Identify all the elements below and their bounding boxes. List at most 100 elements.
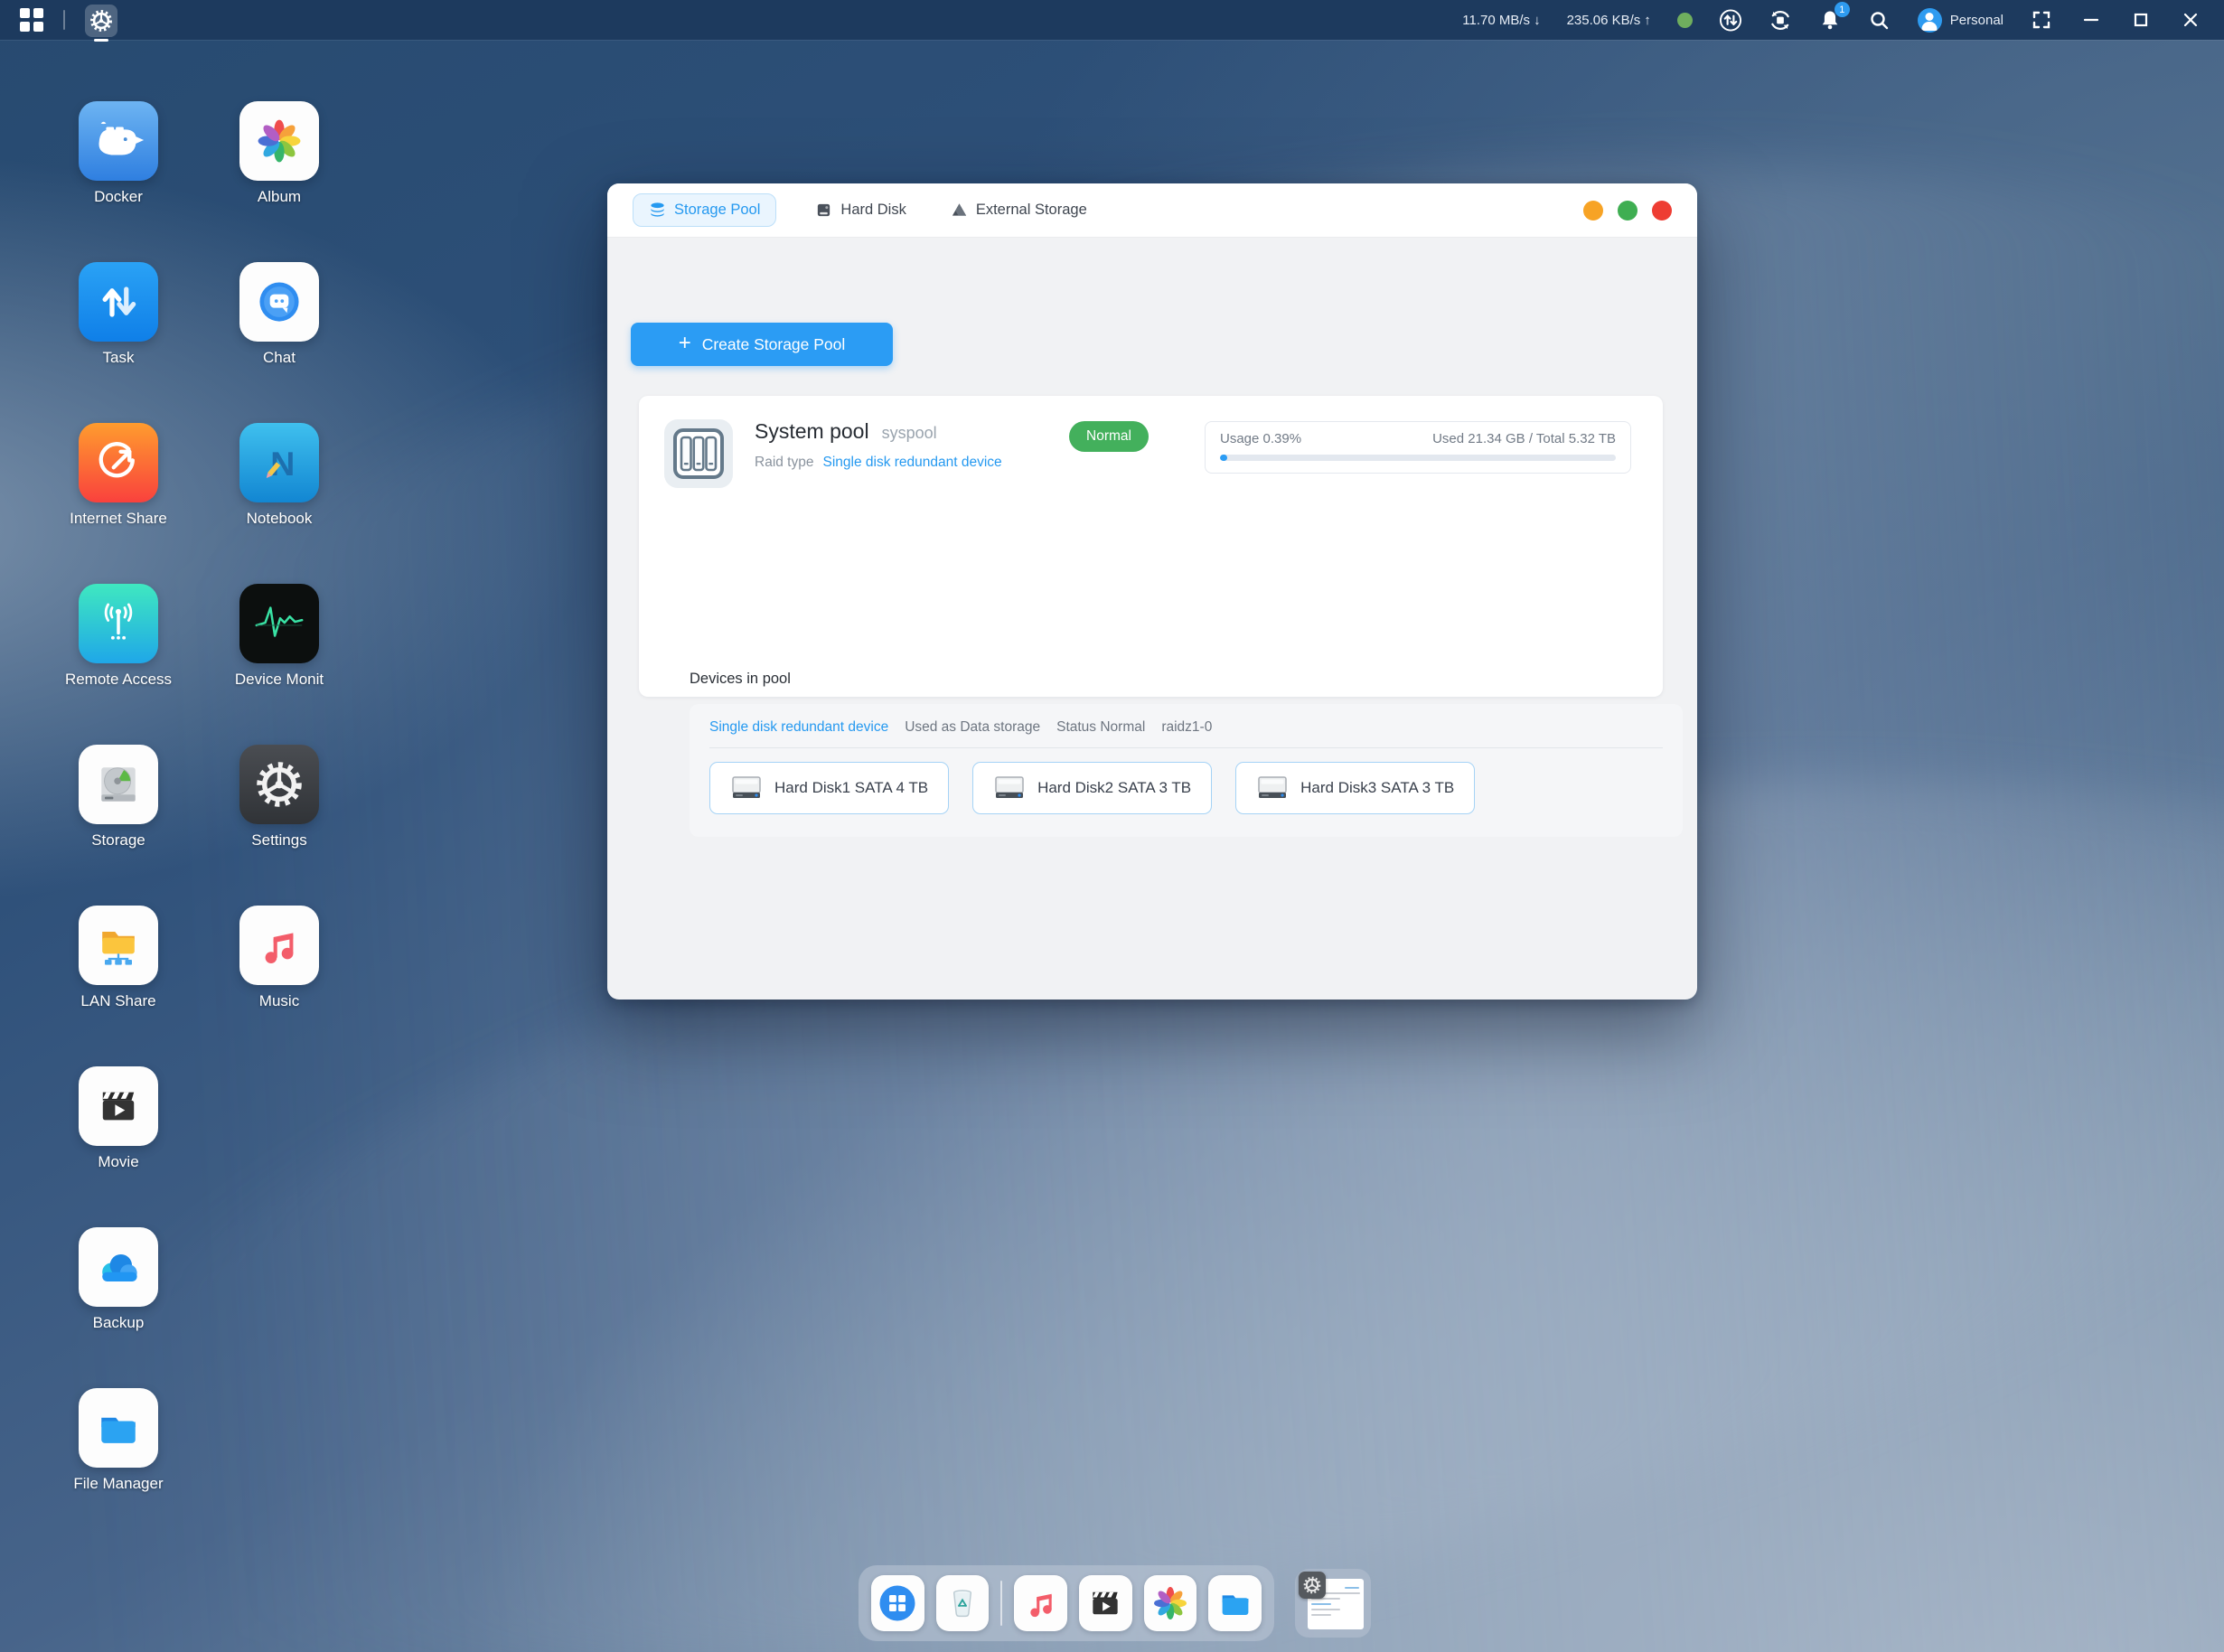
devices-section-title: Devices in pool: [690, 671, 791, 688]
usage-text: Usage 0.39%: [1220, 431, 1301, 446]
window-minimize-light[interactable]: [1583, 201, 1603, 221]
user-menu[interactable]: Personal: [1918, 8, 2003, 33]
backup-cloud-icon: [79, 1227, 158, 1307]
dock-divider: [1000, 1581, 1002, 1626]
settings-gear-icon: [239, 745, 319, 824]
desktop-icon-music[interactable]: Music: [199, 906, 360, 1066]
desktop-icon-label: Task: [103, 349, 135, 367]
tab-label: Hard Disk: [840, 202, 906, 219]
device-group-raid-link[interactable]: Single disk redundant device: [709, 719, 888, 736]
docker-whale-icon: [79, 101, 158, 181]
download-speed: 11.70 MB/s↓: [1462, 13, 1540, 28]
svg-text:N: N: [270, 445, 295, 483]
up-arrow-icon: ↑: [1644, 13, 1651, 28]
fullscreen-icon[interactable]: [2030, 8, 2053, 32]
desktop-icon-label: LAN Share: [80, 992, 155, 1010]
tab-external-storage[interactable]: External Storage: [945, 194, 1093, 226]
dock-movie[interactable]: [1079, 1575, 1132, 1631]
desktop-icon-file-manager[interactable]: File Manager: [38, 1388, 199, 1549]
desktop-icon-label: Storage: [91, 831, 145, 849]
tab-label: Storage Pool: [674, 202, 760, 219]
down-arrow-icon: ↓: [1534, 13, 1541, 28]
movie-clapper-icon: [79, 1066, 158, 1146]
recycle-bin-icon: [942, 1582, 983, 1624]
notebook-icon: N: [239, 423, 319, 502]
network-transfer-icon[interactable]: [1719, 8, 1742, 32]
capacity-text: Used 21.34 GB / Total 5.32 TB: [1432, 431, 1616, 446]
desktop-icon-movie[interactable]: Movie: [38, 1066, 199, 1227]
system-status-dot: [1677, 13, 1693, 28]
hard-disk-chip-3[interactable]: Hard Disk3 SATA 3 TB: [1235, 762, 1475, 814]
music-note-icon: [239, 906, 319, 985]
desktop-icon-label: Device Monit: [235, 671, 324, 689]
pool-status-badge: Normal: [1069, 421, 1149, 452]
chat-bubble-icon: [239, 262, 319, 342]
desktop-icon-remote-access[interactable]: Remote Access: [38, 584, 199, 745]
raid-type-link[interactable]: Single disk redundant device: [822, 455, 1001, 471]
hard-disk-chip-2[interactable]: Hard Disk2 SATA 3 TB: [972, 762, 1212, 814]
desktop-icon-storage[interactable]: Storage: [38, 745, 199, 906]
desktop-icon-label: Internet Share: [70, 510, 167, 528]
plus-icon: +: [679, 333, 691, 354]
desktop-icon-device-monitor[interactable]: Device Monit: [199, 584, 360, 745]
backup-sync-icon[interactable]: [1769, 8, 1792, 32]
lan-share-folder-icon: [79, 906, 158, 985]
desktop-screen: 11.70 MB/s↓ 235.06 KB/s↑: [0, 0, 2224, 1652]
remote-access-antenna-icon: [79, 584, 158, 663]
maximize-icon[interactable]: [2129, 8, 2153, 32]
running-indicator: [94, 39, 108, 42]
hard-disk-icon: [730, 774, 763, 802]
disk-chip-label: Hard Disk2 SATA 3 TB: [1037, 779, 1191, 797]
tab-storage-pool[interactable]: Storage Pool: [633, 193, 776, 227]
dock-app-launcher[interactable]: [871, 1575, 924, 1631]
window-maximize-light[interactable]: [1618, 201, 1638, 221]
hard-disk-chip-1[interactable]: Hard Disk1 SATA 4 TB: [709, 762, 949, 814]
desktop-icon-internet-share[interactable]: Internet Share: [38, 423, 199, 584]
desktop-icon-docker[interactable]: Docker: [38, 101, 199, 262]
dock-recycle-bin[interactable]: [936, 1575, 990, 1631]
pool-alias: syspool: [882, 424, 937, 443]
internet-share-icon: [79, 423, 158, 502]
pool-name: System pool: [755, 419, 869, 444]
tab-hard-disk[interactable]: Hard Disk: [810, 194, 911, 226]
window-close-light[interactable]: [1652, 201, 1672, 221]
desktop-icon-lan-share[interactable]: LAN Share: [38, 906, 199, 1066]
storage-pool-db-icon: [649, 202, 666, 219]
notification-badge: 1: [1835, 2, 1850, 17]
desktop-icon-task[interactable]: Task: [38, 262, 199, 423]
disk-chip-label: Hard Disk1 SATA 4 TB: [774, 779, 928, 797]
desktop-icon-label: Backup: [93, 1314, 145, 1332]
desktop-icon-notebook[interactable]: N Notebook: [199, 423, 360, 584]
disk-chip-label: Hard Disk3 SATA 3 TB: [1300, 779, 1454, 797]
dock-music[interactable]: [1014, 1575, 1067, 1631]
desktop-icon-album[interactable]: Album: [199, 101, 360, 262]
file-manager-icon: [1215, 1582, 1256, 1624]
app-launcher-icon: [876, 1582, 919, 1625]
dock: [859, 1565, 1274, 1641]
create-storage-pool-button[interactable]: + Create Storage Pool: [631, 323, 893, 366]
album-icon: [1150, 1582, 1191, 1624]
start-menu-icon[interactable]: [20, 8, 43, 32]
raid-type-label: Raid type: [755, 455, 813, 471]
user-label: Personal: [1950, 13, 2003, 28]
notifications-bell-icon[interactable]: 1: [1818, 8, 1842, 32]
running-app-storage-icon[interactable]: [85, 5, 117, 37]
search-icon[interactable]: [1868, 8, 1891, 32]
album-pinwheel-icon: [239, 101, 319, 181]
desktop-icon-settings[interactable]: Settings: [199, 745, 360, 906]
hard-disk-icon: [815, 202, 832, 219]
desktop-icon-label: Album: [258, 188, 301, 206]
dock-window-preview-storage[interactable]: [1295, 1569, 1371, 1638]
desktop-icon-backup[interactable]: Backup: [38, 1227, 199, 1388]
dock-file-manager[interactable]: [1208, 1575, 1262, 1631]
desktop-icon-grid: Docker Album: [38, 101, 360, 1549]
dock-album[interactable]: [1144, 1575, 1197, 1631]
close-icon[interactable]: [2179, 8, 2202, 32]
upload-speed: 235.06 KB/s↑: [1567, 13, 1651, 28]
desktop-icon-label: Settings: [251, 831, 306, 849]
minimize-icon[interactable]: [2079, 8, 2103, 32]
nas-pool-icon: [664, 419, 733, 488]
device-group-raid-id: raidz1-0: [1161, 719, 1212, 736]
desktop-icon-chat[interactable]: Chat: [199, 262, 360, 423]
topbar-divider: [63, 10, 65, 30]
